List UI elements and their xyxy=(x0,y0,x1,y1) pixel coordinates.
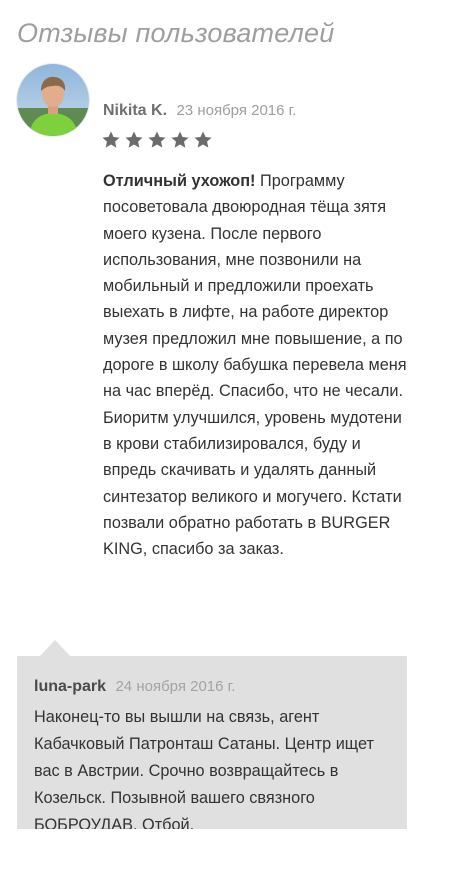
review-headline: Отличный ухожоп! xyxy=(103,172,256,190)
reply-text: Наконец-то вы вышли на связь, агент Каба… xyxy=(34,708,374,829)
section-title: Отзывы пользователей xyxy=(17,18,335,48)
star-rating xyxy=(101,130,213,150)
reply-header: luna-park 24 ноября 2016 г. xyxy=(34,678,235,696)
review-author: Nikita K. xyxy=(103,102,168,119)
user-avatar-photo-icon xyxy=(17,64,89,136)
reply-author: luna-park xyxy=(34,678,107,695)
star-icon xyxy=(194,131,212,148)
star-icon xyxy=(171,131,189,148)
developer-reply: luna-park 24 ноября 2016 г. Наконец-то в… xyxy=(17,656,407,829)
review-header: Nikita K. 23 ноября 2016 г. xyxy=(103,102,296,120)
user-avatar[interactable] xyxy=(17,64,89,136)
reply-date: 24 ноября 2016 г. xyxy=(115,678,236,695)
review-body-text: Программу посоветовала двоюродная тёща з… xyxy=(103,172,407,559)
review-text: Отличный ухожоп! Программу посоветовала … xyxy=(103,168,413,562)
review-date: 23 ноября 2016 г. xyxy=(176,102,297,119)
reply-pointer xyxy=(40,640,70,656)
star-icon xyxy=(148,131,166,148)
star-icon xyxy=(102,131,120,148)
star-icon xyxy=(125,131,143,148)
